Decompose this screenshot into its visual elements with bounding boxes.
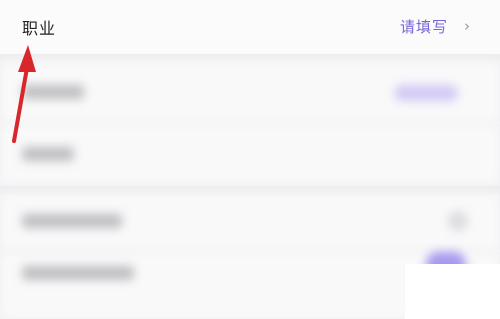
red-arrow-icon (12, 45, 36, 143)
profile-settings-page: 职业 请填写 › (0, 0, 500, 319)
